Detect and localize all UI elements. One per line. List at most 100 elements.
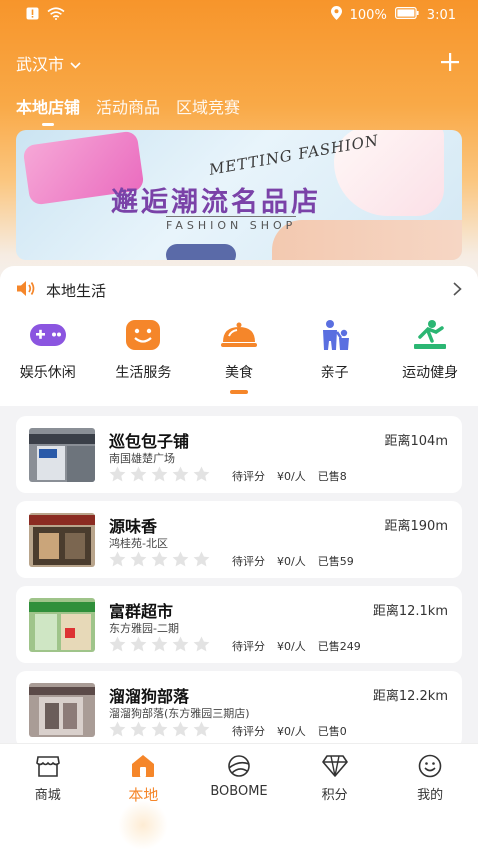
star-icon [109,636,126,656]
shop-thumbnail [29,428,95,482]
category-entertainment[interactable]: 娱乐休闲 [0,318,96,382]
star-icon [109,721,126,741]
diamond-icon [287,754,383,778]
tab-promo-goods[interactable]: 活动商品 [96,94,160,126]
shop-thumbnail [29,683,95,737]
promo-banner[interactable]: METTING FASHION 邂逅潮流名品店 FASHION SHOP [16,130,462,260]
home-icon [96,754,192,778]
category-active-indicator [229,390,248,394]
star-icon [172,636,189,656]
star-icon [130,636,147,656]
shop-distance: 距离104m [384,434,448,449]
nav-mall[interactable]: 商城 [0,744,96,850]
rating-stars [109,636,210,656]
shop-rating: 待评分 [232,640,265,653]
status-bar: 100% 3:01 [0,0,478,30]
nav-local[interactable]: 本地 [96,744,192,850]
shop-meta: 待评分 ¥0/人 已售0 [232,723,347,739]
city-selector[interactable]: 武汉市 [16,51,81,75]
star-icon [130,721,147,741]
shop-card[interactable]: 巡包包子铺 南国雄楚广场 距离104m 待评分 ¥0/人 已售8 [16,416,462,493]
shop-card[interactable]: 溜溜狗部落 溜溜狗部落(东方雅园三期店) 距离12.2km 待评分 ¥0/人 已… [16,671,462,748]
shop-meta: 待评分 ¥0/人 已售59 [232,553,354,569]
star-icon [109,551,126,571]
nav-label: 本地 [128,786,159,804]
tab-local-shops[interactable]: 本地店铺 [16,94,80,126]
battery-icon [394,7,419,23]
wifi-icon [47,6,65,24]
bottom-nav: 商城 本地 BOBOME 积分 我的 [0,743,478,850]
rating-stars [109,551,210,571]
shop-address: 东方雅园-二期 [109,622,179,635]
shop-distance: 距离12.2km [372,689,448,704]
star-icon [193,636,210,656]
star-icon [193,466,210,486]
rating-stars [109,721,210,741]
category-life-services[interactable]: 生活服务 [96,318,192,382]
shop-name: 巡包包子铺 [109,432,190,451]
speaker-icon [16,280,36,301]
nav-mine[interactable]: 我的 [382,744,478,850]
plus-icon[interactable] [440,48,460,78]
star-icon [151,636,168,656]
chevron-right-icon[interactable] [453,280,462,301]
local-life-title: 本地生活 [46,282,107,300]
gamepad-icon [0,318,96,352]
shop-price: ¥0/人 [277,640,306,653]
shop-sold: 已售249 [317,640,361,653]
banner-shoe-graphic [166,244,236,260]
shop-card[interactable]: 源味香 鸿桂苑-北区 距离190m 待评分 ¥0/人 已售59 [16,501,462,578]
nav-bobome[interactable]: BOBOME [191,744,287,850]
shop-sold: 已售0 [317,725,347,738]
shop-sold: 已售59 [317,555,354,568]
shop-name: 溜溜狗部落 [109,687,190,706]
star-icon [172,721,189,741]
star-icon [130,551,147,571]
shop-address: 鸿桂苑-北区 [109,537,168,550]
smile-icon [96,318,192,352]
shop-thumbnail [29,598,95,652]
category-label: 美食 [224,365,253,381]
shop-name: 源味香 [109,517,158,536]
nav-points[interactable]: 积分 [287,744,383,850]
category-label: 运动健身 [402,365,459,381]
category-parent-child[interactable]: 亲子 [287,318,383,382]
tab-regional-contest[interactable]: 区域竞赛 [176,94,240,126]
shop-distance: 距离190m [384,519,448,534]
banner-arm-graphic [272,220,462,260]
star-icon [151,551,168,571]
fitness-icon [382,318,478,352]
shop-rating: 待评分 [232,555,265,568]
category-label: 娱乐休闲 [19,365,76,381]
parent-child-icon [287,318,383,352]
food-cloche-icon [191,318,287,352]
category-label: 亲子 [320,365,349,381]
star-icon [109,466,126,486]
banner-title: 邂逅潮流名品店 [111,187,321,218]
shop-meta: 待评分 ¥0/人 已售8 [232,468,347,484]
city-label: 武汉市 [16,55,65,74]
star-icon [172,466,189,486]
shop-address: 南国雄楚广场 [109,452,175,465]
shop-rating: 待评分 [232,725,265,738]
shop-price: ¥0/人 [277,470,306,483]
category-food[interactable]: 美食 [191,318,287,394]
category-fitness[interactable]: 运动健身 [382,318,478,382]
shop-price: ¥0/人 [277,555,306,568]
star-icon [151,721,168,741]
shop-rating: 待评分 [232,470,265,483]
local-life-header[interactable]: 本地生活 [16,280,106,301]
star-icon [130,466,147,486]
alert-icon [26,7,39,24]
nav-label: 积分 [321,788,348,803]
shop-sold: 已售8 [317,470,347,483]
planet-icon [191,754,287,778]
shop-list: 巡包包子铺 南国雄楚广场 距离104m 待评分 ¥0/人 已售8 源味香 鸿桂苑… [16,416,462,756]
nav-label: BOBOME [210,784,268,799]
star-icon [193,721,210,741]
rating-stars [109,466,210,486]
star-icon [193,551,210,571]
shop-address: 溜溜狗部落(东方雅园三期店) [109,707,250,720]
shop-distance: 距离12.1km [372,604,448,619]
shop-card[interactable]: 富群超市 东方雅园-二期 距离12.1km 待评分 ¥0/人 已售249 [16,586,462,663]
